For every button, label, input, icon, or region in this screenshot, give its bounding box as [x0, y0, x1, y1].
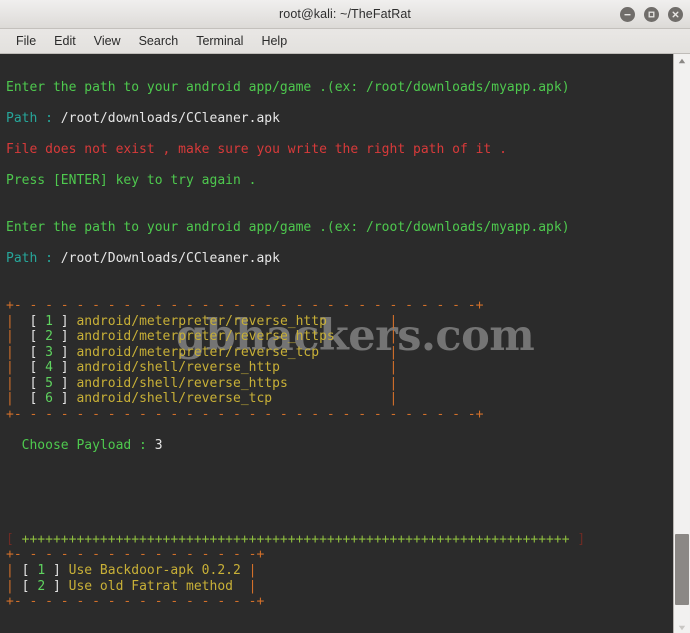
payload-row-right-edge: |: [326, 313, 398, 329]
chevron-up-icon: [678, 58, 686, 64]
payload-row-right-edge: |: [334, 329, 398, 345]
tool-label: Use Backdoor-apk 0.2.2: [68, 563, 241, 578]
path-value-2: /root/Downloads/CCleaner.apk: [52, 251, 280, 267]
path-label: Path :: [6, 110, 53, 126]
payload-row-right-edge: |: [272, 391, 398, 407]
prompt-enter-path-2: Enter the path to your android app/game …: [6, 219, 570, 235]
menu-file[interactable]: File: [7, 33, 45, 49]
tool-index: 1: [37, 563, 46, 578]
payload-row[interactable]: | [ 6 ] android/shell/reverse_tcp |: [0, 391, 673, 407]
choose-payload-value: 3: [146, 438, 163, 454]
payload-name: android/meterpreter/reverse_tcp: [76, 344, 320, 360]
window-controls: [620, 0, 683, 28]
separator-pluses: ++++++++++++++++++++++++++++++++++++++++…: [21, 531, 570, 547]
payload-row-right-edge: |: [319, 344, 398, 360]
payload-box-bottom-border: +- - - - - - - - - - - - - - - - - - - -…: [6, 407, 484, 423]
tool-box-bottom-border: +- - - - - - - - - - - - - - - -+: [6, 594, 265, 610]
path-line-2: Path : /root/Downloads/CCleaner.apk: [0, 251, 673, 267]
terminal-body-wrap: gbhackers.com REEBUF Enter the path to y…: [0, 54, 690, 633]
close-button[interactable]: [668, 6, 683, 22]
payload-row[interactable]: | [ 1 ] android/meterpreter/reverse_http…: [0, 314, 673, 330]
maximize-icon: [648, 11, 655, 17]
payload-row[interactable]: | [ 4 ] android/shell/reverse_http |: [0, 360, 673, 376]
tool-box-top-border: +- - - - - - - - - - - - - - - -+: [6, 547, 265, 563]
payload-name: android/shell/reverse_http: [76, 360, 280, 376]
payload-index: 4: [45, 360, 53, 376]
tool-row-right-edge: |: [233, 578, 257, 594]
payload-name: android/meterpreter/reverse_https: [76, 329, 335, 345]
payload-row[interactable]: | [ 2 ] android/meterpreter/reverse_http…: [0, 329, 673, 345]
menu-help[interactable]: Help: [252, 33, 296, 49]
path-line-1: Path : /root/downloads/CCleaner.apk: [0, 111, 673, 127]
payload-row[interactable]: | [ 3 ] android/meterpreter/reverse_tcp …: [0, 345, 673, 361]
payload-name: android/meterpreter/reverse_http: [76, 313, 327, 329]
menu-terminal[interactable]: Terminal: [187, 33, 252, 49]
menu-view[interactable]: View: [85, 33, 130, 49]
tool-row[interactable]: | [ 1 ] Use Backdoor-apk 0.2.2 |: [0, 563, 673, 579]
minimize-icon: [624, 13, 631, 15]
payload-index: 2: [45, 329, 53, 345]
tool-row[interactable]: | [ 2 ] Use old Fatrat method |: [0, 579, 673, 595]
payload-index: 5: [45, 375, 53, 391]
window-title: root@kali: ~/TheFatRat: [279, 7, 411, 21]
minimize-button[interactable]: [620, 6, 635, 22]
separator-line: [ ++++++++++++++++++++++++++++++++++++++…: [0, 532, 673, 548]
path-label: Path :: [6, 251, 53, 267]
tool-label: Use old Fatrat method: [68, 578, 233, 594]
payload-row-right-edge: |: [279, 360, 398, 376]
terminal-scrollbar[interactable]: [673, 54, 690, 633]
payload-index: 3: [45, 344, 53, 360]
separator-right-bracket: ]: [577, 531, 586, 547]
scroll-up-button[interactable]: [674, 54, 690, 68]
maximize-button[interactable]: [644, 6, 659, 22]
scrollbar-thumb[interactable]: [675, 534, 689, 605]
error-file-not-exist: File does not exist , make sure you writ…: [6, 141, 507, 157]
scroll-down-button[interactable]: [674, 621, 690, 633]
payload-box-top-border: +- - - - - - - - - - - - - - - - - - - -…: [6, 297, 484, 313]
payload-row-right-edge: |: [287, 375, 398, 391]
path-value-1: /root/downloads/CCleaner.apk: [52, 110, 280, 126]
title-bar: root@kali: ~/TheFatRat: [0, 0, 690, 29]
menu-edit[interactable]: Edit: [45, 33, 85, 49]
chevron-down-icon: [678, 625, 686, 631]
menu-bar: File Edit View Search Terminal Help: [0, 29, 690, 54]
terminal-window: root@kali: ~/TheFatRat File Edit View Se…: [0, 0, 690, 633]
payload-name: android/shell/reverse_tcp: [76, 391, 273, 407]
payload-index: 6: [45, 391, 53, 407]
menu-search[interactable]: Search: [130, 33, 188, 49]
tool-row-right-edge: |: [240, 563, 257, 578]
terminal-output[interactable]: gbhackers.com REEBUF Enter the path to y…: [0, 54, 673, 633]
press-enter-line: Press [ENTER] key to try again .: [6, 173, 257, 189]
payload-row[interactable]: | [ 5 ] android/shell/reverse_https |: [0, 376, 673, 392]
close-icon: [672, 11, 679, 17]
payload-index: 1: [45, 313, 53, 329]
tool-index: 2: [37, 578, 46, 594]
choose-payload-label: Choose Payload :: [21, 438, 147, 454]
separator-left-bracket: [: [6, 531, 14, 547]
prompt-enter-path-1: Enter the path to your android app/game …: [6, 79, 570, 95]
payload-name: android/shell/reverse_https: [76, 375, 288, 391]
choose-payload-line[interactable]: Choose Payload : 3: [0, 438, 673, 454]
